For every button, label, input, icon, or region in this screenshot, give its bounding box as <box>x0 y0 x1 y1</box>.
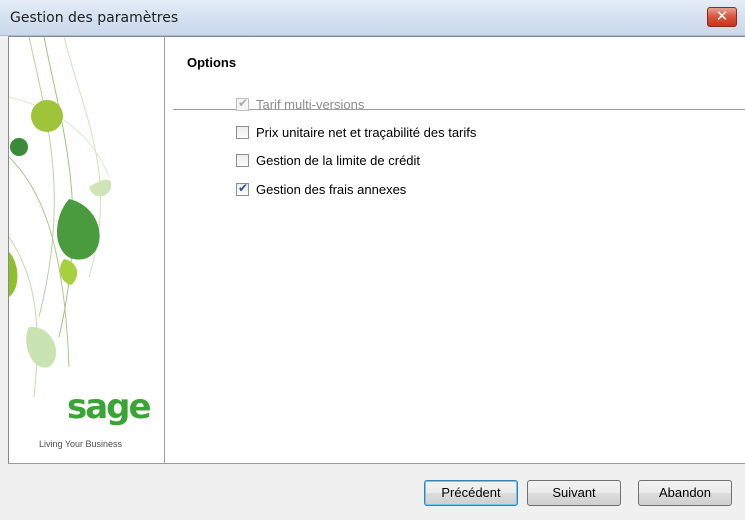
check-icon: ✔ <box>238 96 249 110</box>
option-label: Tarif multi-versions <box>256 97 365 112</box>
title-bar: Gestion des paramètres ✕ <box>0 0 745 36</box>
checkbox[interactable]: ✔ <box>236 181 249 196</box>
sage-logo: sage <box>67 387 152 427</box>
previous-button[interactable]: Précédent <box>424 480 518 506</box>
footer-divider <box>8 463 745 464</box>
checkbox[interactable] <box>236 154 249 167</box>
checkbox[interactable] <box>236 126 249 139</box>
brand-tagline: Living Your Business <box>39 439 123 449</box>
checkbox: ✔ <box>236 96 249 111</box>
option-label[interactable]: Gestion de la limite de crédit <box>256 153 420 168</box>
close-icon: ✕ <box>715 7 729 25</box>
window-title: Gestion des paramètres <box>10 10 179 26</box>
cancel-button[interactable]: Abandon <box>638 480 732 506</box>
branding-panel: sage Living Your Business <box>9 37 165 464</box>
dialog-window: Gestion des paramètres ✕ sage Living You… <box>0 0 745 520</box>
option-label[interactable]: Prix unitaire net et traçabilité des tar… <box>256 125 476 140</box>
page-title: Options <box>187 55 237 70</box>
next-button[interactable]: Suivant <box>527 480 621 506</box>
close-button[interactable]: ✕ <box>707 7 737 27</box>
check-icon: ✔ <box>238 181 249 195</box>
content-area: sage Living Your Business Options <box>8 36 745 464</box>
option-label[interactable]: Gestion des frais annexes <box>256 182 406 197</box>
